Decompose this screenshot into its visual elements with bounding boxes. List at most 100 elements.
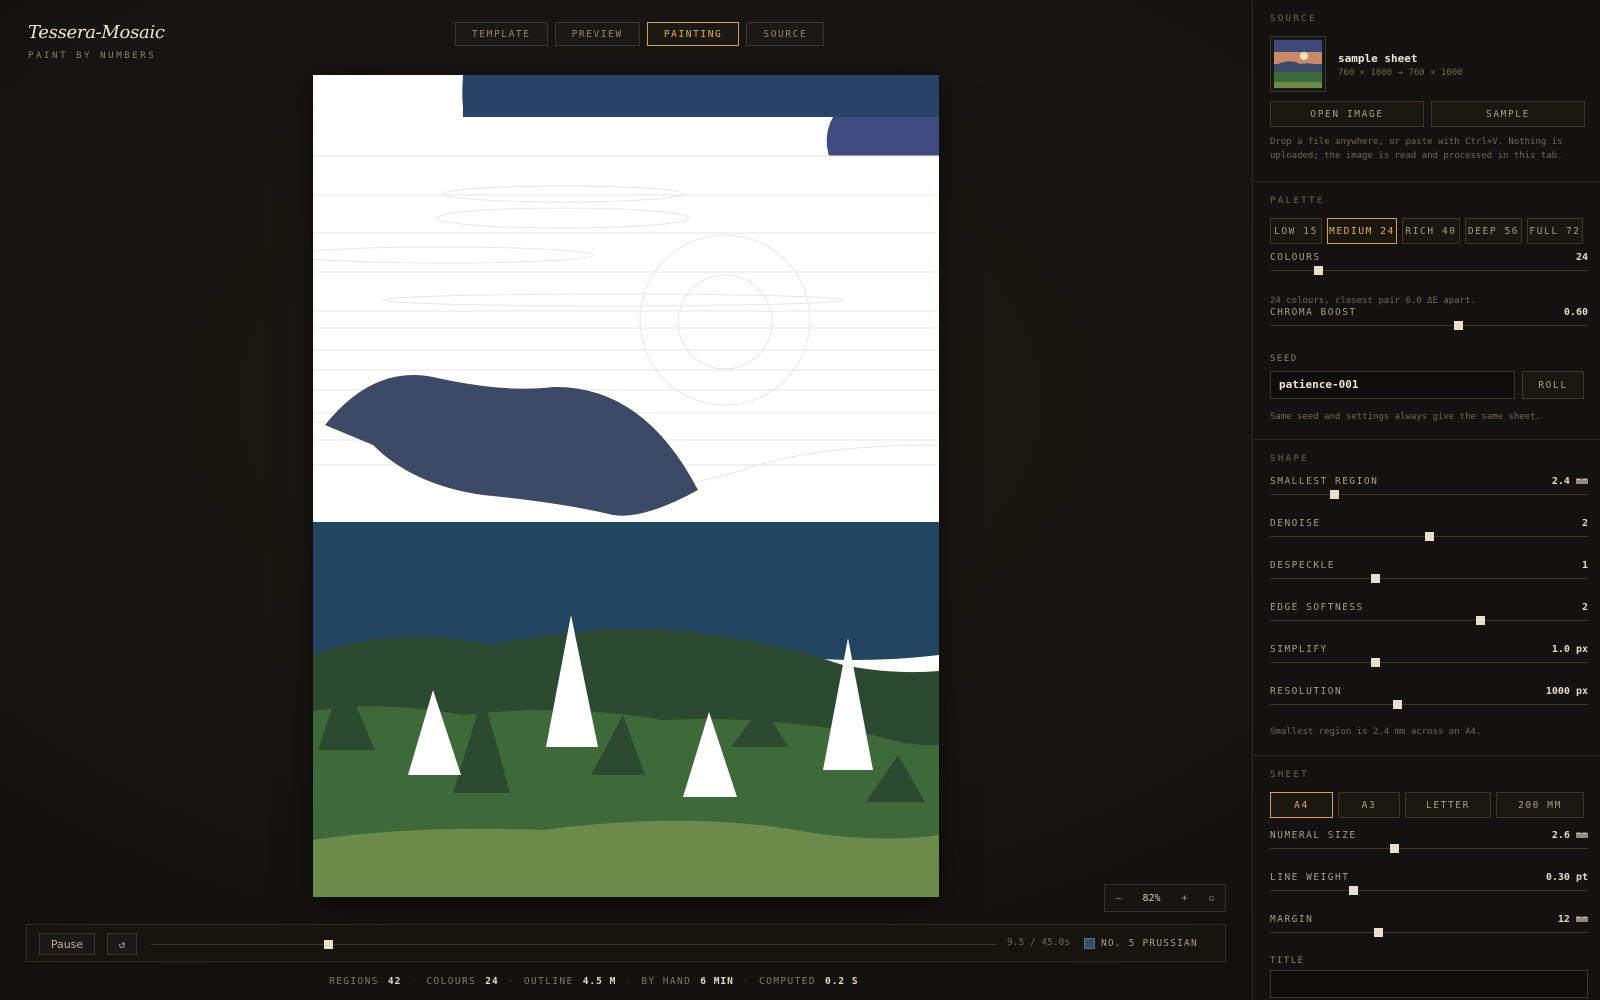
palette-medium[interactable]: MEDIUM 24	[1327, 218, 1397, 244]
despeckle-slider[interactable]	[1270, 574, 1588, 583]
colours-value: 24	[1575, 252, 1588, 263]
palette-rich[interactable]: RICH 40	[1402, 218, 1460, 244]
shape-note: Smallest region is 2.4 mm across on A4.	[1270, 727, 1482, 737]
slider-handle[interactable]	[1453, 321, 1463, 330]
stat-separator: ·	[625, 976, 633, 987]
chroma-label: CHROMA BOOST	[1270, 307, 1357, 318]
seed-note: Same seed and settings always give the s…	[1270, 412, 1541, 422]
stat-separator: ·	[742, 976, 750, 987]
slider-value: 2	[1581, 602, 1588, 613]
palette-deep[interactable]: DEEP 56	[1465, 218, 1522, 244]
roll-button[interactable]: ROLL	[1522, 371, 1584, 399]
stat-label: REGIONS	[329, 976, 379, 987]
simplify-slider[interactable]	[1270, 658, 1588, 667]
colours-slider-row: COLOURS 24	[1270, 252, 1588, 294]
numeral-size-slider[interactable]	[1270, 844, 1588, 853]
sample-button[interactable]: SAMPLE	[1431, 101, 1585, 127]
sheet-letter[interactable]: LETTER	[1405, 792, 1491, 818]
zoom-level: 82%	[1142, 892, 1161, 904]
stat-value: 24	[485, 976, 499, 987]
thumbnail-image	[1274, 40, 1322, 88]
resolution-slider[interactable]	[1270, 700, 1588, 709]
slider-handle[interactable]	[1393, 700, 1403, 709]
chroma-value: 0.60	[1563, 307, 1588, 318]
painting-canvas[interactable]	[313, 75, 939, 897]
source-dimensions: 760 × 1000 → 760 × 1000	[1338, 68, 1463, 78]
seed-label: SEED	[1270, 354, 1298, 364]
slider-label: DENOISE	[1270, 518, 1321, 529]
restart-icon[interactable]: ↺	[107, 933, 137, 955]
slider-handle[interactable]	[1475, 616, 1485, 625]
stat-separator: ·	[507, 976, 515, 987]
slider-value: 12 mm	[1557, 914, 1588, 925]
stat-label: COMPUTED	[759, 976, 816, 987]
line-weight-row: LINE WEIGHT 0.30 pt	[1270, 872, 1588, 914]
smallest-region-row: SMALLEST REGION 2.4 mm	[1270, 476, 1588, 518]
slider-value: 2.6 mm	[1551, 830, 1588, 841]
tab-preview[interactable]: PREVIEW	[554, 22, 640, 46]
stat-separator: ·	[410, 976, 418, 987]
source-thumbnail[interactable]	[1270, 36, 1326, 92]
tab-template[interactable]: TEMPLATE	[455, 22, 548, 46]
section-heading: PALETTE	[1270, 196, 1325, 206]
playback-track[interactable]	[151, 940, 996, 949]
settings-panel: SOURCE sample sheet 760 × 1000 → 760 × 1…	[1252, 0, 1600, 1000]
slider-value: 1	[1581, 560, 1588, 571]
stat-label: BY HAND	[641, 976, 692, 987]
painting-artwork	[313, 75, 939, 897]
brand: Tessera-Mosaic PAINT BY NUMBERS	[28, 22, 165, 61]
slider-handle[interactable]	[1374, 928, 1384, 937]
margin-slider[interactable]	[1270, 928, 1588, 937]
pause-button[interactable]: Pause	[39, 933, 95, 955]
slider-handle[interactable]	[1370, 574, 1380, 583]
tab-painting[interactable]: PAINTING	[646, 22, 740, 46]
slider-label: SIMPLIFY	[1270, 644, 1328, 655]
seed-input[interactable]: patience-001	[1270, 371, 1515, 399]
stat-value: 4.5 M	[582, 976, 617, 987]
view-tabs: TEMPLATE PREVIEW PAINTING SOURCE	[455, 22, 825, 46]
tab-source[interactable]: SOURCE	[746, 22, 825, 46]
slider-handle[interactable]	[1425, 532, 1434, 541]
slider-label: EDGE SOFTNESS	[1270, 602, 1364, 613]
chroma-slider[interactable]	[1270, 321, 1588, 330]
colours-slider[interactable]	[1270, 266, 1588, 275]
sheet-200mm[interactable]: 200 MM	[1496, 792, 1584, 818]
edge-softness-row: EDGE SOFTNESS 2	[1270, 602, 1588, 644]
slider-label: SMALLEST REGION	[1270, 476, 1379, 487]
smallest-region-slider[interactable]	[1270, 490, 1588, 499]
slider-value: 2.4 mm	[1551, 476, 1588, 487]
slider-handle[interactable]	[1313, 266, 1323, 275]
slider-label: LINE WEIGHT	[1270, 872, 1350, 883]
sheet-a3[interactable]: A3	[1338, 792, 1400, 818]
playback-bar: Pause ↺ 9.5 / 45.0s NO. 5 PRUSSIAN	[26, 924, 1226, 962]
line-weight-slider[interactable]	[1270, 886, 1588, 895]
slider-handle[interactable]	[1370, 658, 1380, 667]
colours-note: 24 colours, closest pair 6.0 ΔE apart.	[1270, 296, 1476, 306]
stat-value: 0.2 S	[824, 976, 859, 987]
playback-handle[interactable]	[324, 940, 334, 949]
despeckle-row: DESPECKLE 1	[1270, 560, 1588, 602]
sky-region-blue	[826, 117, 939, 156]
stat-label: OUTLINE	[523, 976, 574, 987]
slider-value: 2	[1581, 518, 1588, 529]
denoise-slider[interactable]	[1270, 532, 1588, 541]
slider-value: 1000 px	[1545, 686, 1588, 697]
zoom-in-button[interactable]: +	[1181, 893, 1187, 904]
stat-value: 42	[387, 976, 402, 987]
slider-handle[interactable]	[1390, 844, 1400, 853]
open-image-button[interactable]: OPEN IMAGE	[1270, 101, 1424, 127]
section-heading: SHEET	[1270, 770, 1310, 780]
zoom-out-button[interactable]: –	[1115, 893, 1121, 904]
slider-handle[interactable]	[1329, 490, 1339, 499]
shape-sliders: SMALLEST REGION 2.4 mm DENOISE 2 DESPECK…	[1270, 476, 1588, 728]
section-heading: SOURCE	[1270, 14, 1317, 24]
palette-full[interactable]: FULL 72	[1527, 218, 1583, 244]
slider-handle[interactable]	[1348, 886, 1358, 895]
edge-softness-slider[interactable]	[1270, 616, 1588, 625]
sheet-a4[interactable]: A4	[1270, 792, 1333, 818]
slider-label: DESPECKLE	[1270, 560, 1335, 571]
fit-icon[interactable]: ▫	[1208, 893, 1214, 904]
palette-low[interactable]: LOW 15	[1270, 218, 1322, 244]
slider-label: NUMERAL SIZE	[1270, 830, 1357, 841]
title-input[interactable]	[1270, 970, 1588, 998]
